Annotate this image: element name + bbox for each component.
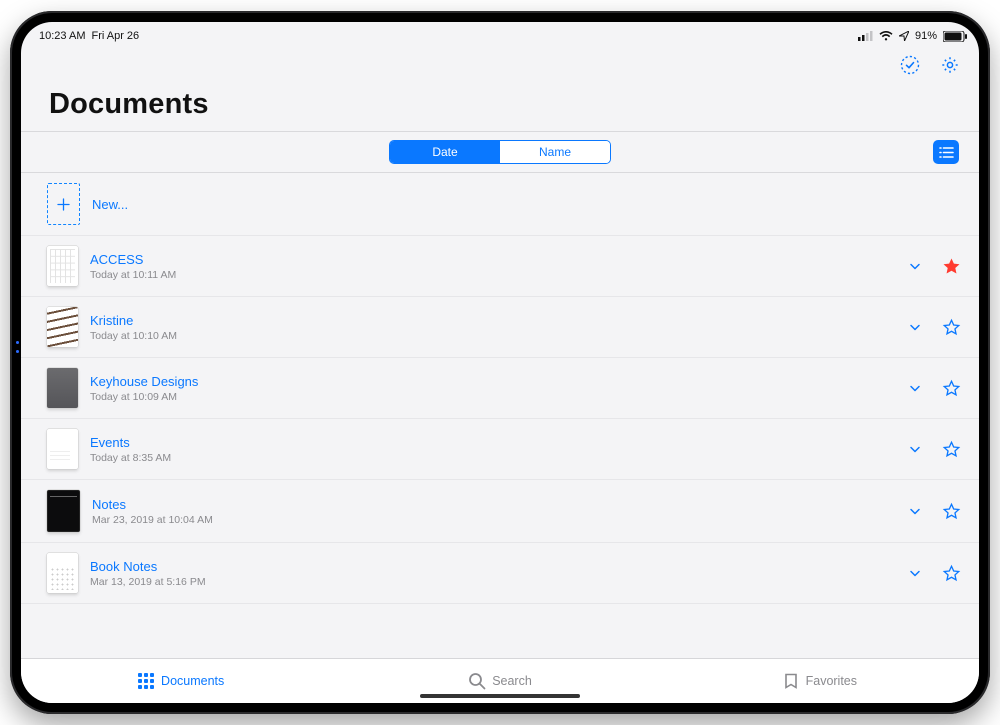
chevron-down-icon[interactable] bbox=[908, 320, 922, 334]
star-outline-icon[interactable] bbox=[942, 379, 961, 398]
sort-segmented-control[interactable]: Date Name bbox=[389, 140, 611, 164]
document-actions bbox=[908, 502, 961, 521]
wifi-icon bbox=[879, 31, 893, 41]
chevron-down-icon[interactable] bbox=[908, 259, 922, 273]
chevron-down-icon[interactable] bbox=[908, 504, 922, 518]
document-title: Kristine bbox=[90, 313, 896, 328]
document-subtitle: Mar 23, 2019 at 10:04 AM bbox=[92, 514, 896, 526]
plus-icon bbox=[47, 183, 80, 225]
bookmark-icon bbox=[782, 672, 800, 690]
new-document-label: New... bbox=[92, 197, 961, 212]
document-row[interactable]: Book Notes Mar 13, 2019 at 5:16 PM bbox=[21, 543, 979, 604]
ipad-device-frame: 10:23 AM Fri Apr 26 91% bbox=[10, 11, 990, 714]
home-indicator[interactable] bbox=[420, 694, 580, 698]
document-actions bbox=[908, 379, 961, 398]
document-title: Keyhouse Designs bbox=[90, 374, 896, 389]
grid-icon bbox=[137, 672, 155, 690]
new-document-row[interactable]: New... bbox=[21, 173, 979, 236]
document-list[interactable]: New... ACCESS Today at 10:11 AM Kristine To… bbox=[21, 173, 979, 658]
search-icon bbox=[468, 672, 486, 690]
document-subtitle: Mar 13, 2019 at 5:16 PM bbox=[90, 576, 896, 588]
screen: 10:23 AM Fri Apr 26 91% bbox=[21, 22, 979, 703]
document-subtitle: Today at 10:10 AM bbox=[90, 330, 896, 342]
document-title: Events bbox=[90, 435, 896, 450]
document-thumbnail bbox=[47, 307, 78, 347]
tab-documents-label: Documents bbox=[161, 674, 224, 688]
document-info: Keyhouse Designs Today at 10:09 AM bbox=[90, 374, 896, 403]
star-filled-icon[interactable] bbox=[942, 257, 961, 276]
document-info: Kristine Today at 10:10 AM bbox=[90, 313, 896, 342]
document-actions bbox=[908, 564, 961, 583]
sort-bar: Date Name bbox=[21, 132, 979, 172]
document-row[interactable]: Kristine Today at 10:10 AM bbox=[21, 297, 979, 358]
document-row[interactable]: Notes Mar 23, 2019 at 10:04 AM bbox=[21, 480, 979, 543]
star-outline-icon[interactable] bbox=[942, 502, 961, 521]
document-thumbnail bbox=[47, 429, 78, 469]
page-title: Documents bbox=[49, 88, 951, 121]
device-speaker-dots bbox=[16, 341, 19, 353]
cell-signal-icon bbox=[858, 31, 873, 41]
battery-icon bbox=[943, 31, 967, 42]
document-thumbnail bbox=[47, 490, 80, 532]
document-thumbnail bbox=[47, 246, 78, 286]
star-outline-icon[interactable] bbox=[942, 440, 961, 459]
document-thumbnail bbox=[47, 368, 78, 408]
document-actions bbox=[908, 257, 961, 276]
sort-by-date[interactable]: Date bbox=[390, 141, 500, 163]
document-info: ACCESS Today at 10:11 AM bbox=[90, 252, 896, 281]
document-row[interactable]: Keyhouse Designs Today at 10:09 AM bbox=[21, 358, 979, 419]
document-title: Book Notes bbox=[90, 559, 896, 574]
document-row[interactable]: Events Today at 8:35 AM bbox=[21, 419, 979, 480]
select-icon[interactable] bbox=[899, 54, 921, 76]
document-info: Book Notes Mar 13, 2019 at 5:16 PM bbox=[90, 559, 896, 588]
document-row[interactable]: ACCESS Today at 10:11 AM bbox=[21, 236, 979, 297]
star-outline-icon[interactable] bbox=[942, 318, 961, 337]
chevron-down-icon[interactable] bbox=[908, 566, 922, 580]
tab-documents[interactable]: Documents bbox=[21, 659, 340, 703]
view-mode-list-icon[interactable] bbox=[933, 140, 959, 164]
status-date: Fri Apr 26 bbox=[91, 30, 139, 42]
status-bar: 10:23 AM Fri Apr 26 91% bbox=[21, 22, 979, 48]
top-toolbar bbox=[21, 48, 979, 82]
tab-favorites-label: Favorites bbox=[806, 674, 857, 688]
battery-percent: 91% bbox=[915, 30, 937, 42]
document-subtitle: Today at 8:35 AM bbox=[90, 452, 896, 464]
location-icon bbox=[899, 31, 909, 41]
status-right: 91% bbox=[858, 30, 967, 42]
chevron-down-icon[interactable] bbox=[908, 381, 922, 395]
page-header: Documents bbox=[21, 82, 979, 131]
chevron-down-icon[interactable] bbox=[908, 442, 922, 456]
document-title: ACCESS bbox=[90, 252, 896, 267]
settings-icon[interactable] bbox=[939, 54, 961, 76]
document-actions bbox=[908, 440, 961, 459]
document-subtitle: Today at 10:11 AM bbox=[90, 269, 896, 281]
tab-favorites[interactable]: Favorites bbox=[660, 659, 979, 703]
star-outline-icon[interactable] bbox=[942, 564, 961, 583]
status-time: 10:23 AM bbox=[39, 30, 85, 42]
document-thumbnail bbox=[47, 553, 78, 593]
sort-by-name[interactable]: Name bbox=[500, 141, 610, 163]
document-info: Events Today at 8:35 AM bbox=[90, 435, 896, 464]
document-title: Notes bbox=[92, 497, 896, 512]
document-actions bbox=[908, 318, 961, 337]
tab-search-label: Search bbox=[492, 674, 532, 688]
document-info: Notes Mar 23, 2019 at 10:04 AM bbox=[92, 497, 896, 526]
document-subtitle: Today at 10:09 AM bbox=[90, 391, 896, 403]
